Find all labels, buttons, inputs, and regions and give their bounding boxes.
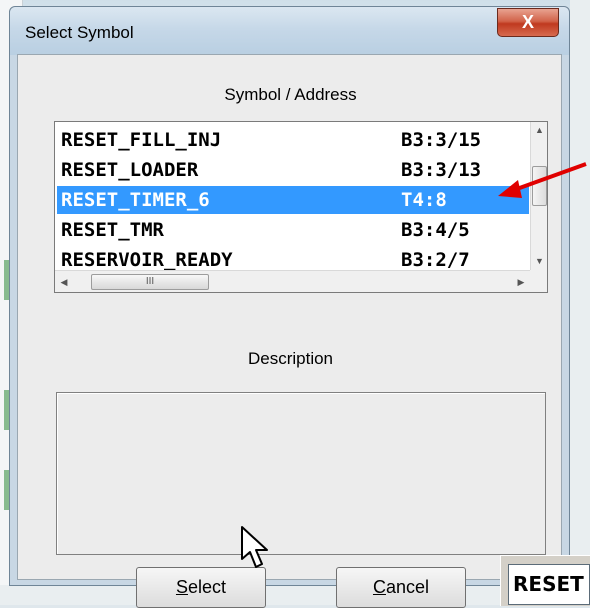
cancel-button-label: ancel [385, 577, 430, 597]
arrow-annotation-icon [498, 162, 587, 198]
select-symbol-dialog: Select Symbol X Symbol / Address RESET_F… [9, 6, 570, 608]
symbol-name: RESET_LOADER [61, 159, 199, 181]
scroll-down-icon[interactable]: ▼ [531, 253, 547, 270]
close-button[interactable]: X [497, 8, 559, 37]
symbol-address: B3:3/13 [401, 159, 482, 181]
symbol-address: B3:4/5 [401, 219, 470, 241]
symbol-list-row[interactable]: RESET_TIMER_6 T4:8 [57, 186, 529, 214]
horizontal-scroll-thumb[interactable]: III [91, 274, 209, 290]
symbol-list-row[interactable]: RESERVOIR_READY B3:2/7 [57, 246, 529, 270]
description-box [56, 392, 546, 555]
scroll-left-icon[interactable]: ◀ [55, 271, 73, 292]
symbol-name: RESET_TIMER_6 [61, 189, 210, 211]
symbol-name: RESERVOIR_READY [61, 249, 233, 270]
symbol-list-row[interactable]: RESET_LOADER B3:3/13 [57, 156, 529, 184]
description-header: Description [247, 349, 334, 368]
horizontal-scrollbar[interactable]: ◀ III ▶ [55, 270, 530, 292]
close-icon: X [521, 12, 534, 32]
select-button-accelerator: S [175, 577, 188, 597]
symbol-address: B3:2/7 [401, 249, 470, 270]
mouse-cursor-icon [241, 526, 268, 568]
symbol-address: T4:8 [401, 189, 447, 211]
cancel-button-accelerator: C [372, 577, 386, 597]
scroll-right-icon[interactable]: ▶ [512, 271, 530, 292]
background-symbol-field[interactable]: RESET [508, 564, 590, 605]
symbol-name: RESET_FILL_INJ [61, 129, 222, 151]
symbol-listbox[interactable]: RESET_FILL_INJ B3:3/15 RESET_LOADER B3:3/13… [54, 121, 548, 293]
symbol-address: B3:3/15 [401, 129, 482, 151]
dialog-client-area: Symbol / Address RESET_FILL_INJ B3:3/15 RE… [17, 54, 562, 608]
symbol-list-row[interactable]: RESET_FILL_INJ B3:3/15 [57, 126, 529, 154]
scroll-up-icon[interactable]: ▲ [531, 122, 547, 139]
dialog-title: Select Symbol [25, 23, 134, 42]
cancel-button[interactable]: Cancel [336, 567, 466, 608]
select-button-label: elect [187, 577, 227, 597]
symbol-list-rows: RESET_FILL_INJ B3:3/15 RESET_LOADER B3:3/13… [55, 122, 530, 270]
symbol-address-header: Symbol / Address [224, 85, 357, 104]
symbol-list-row[interactable]: RESET_TMR B3:4/5 [57, 216, 529, 244]
scrollbar-corner [530, 270, 547, 292]
scroll-thumb-grip: III [145, 276, 155, 287]
symbol-name: RESET_TMR [61, 219, 164, 241]
background-right-strip [570, 0, 590, 605]
dialog-titlebar[interactable]: Select Symbol X [10, 7, 569, 55]
